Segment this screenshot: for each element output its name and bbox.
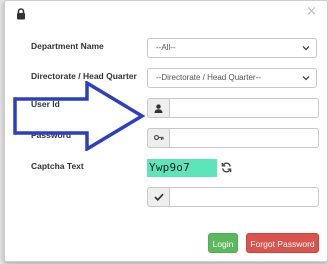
check-icon bbox=[153, 193, 164, 201]
department-label: Department Name bbox=[31, 41, 104, 51]
chevron-down-icon bbox=[302, 46, 310, 51]
user-icon bbox=[154, 103, 163, 113]
password-addon bbox=[147, 128, 169, 148]
login-button[interactable]: Login bbox=[208, 233, 238, 253]
login-modal: × Department Name --All-- Directorate / … bbox=[4, 0, 328, 262]
directorate-select[interactable]: --Directorate / Head Quarter-- bbox=[147, 68, 317, 88]
userid-input[interactable] bbox=[169, 98, 319, 118]
user-addon bbox=[147, 98, 169, 118]
department-select[interactable]: --All-- bbox=[147, 38, 317, 58]
directorate-select-value: --Directorate / Head Quarter-- bbox=[156, 73, 261, 82]
captcha-image: Ywp9o7 bbox=[147, 159, 217, 177]
arrow-icon bbox=[13, 81, 146, 151]
captcha-input[interactable] bbox=[169, 187, 319, 207]
close-icon[interactable]: × bbox=[306, 5, 317, 19]
captcha-addon bbox=[147, 187, 169, 207]
captcha-label: Captcha Text bbox=[31, 161, 84, 171]
key-icon bbox=[153, 134, 164, 141]
refresh-icon[interactable] bbox=[221, 162, 232, 173]
forgot-password-button[interactable]: Forgot Password bbox=[246, 233, 319, 253]
directorate-label: Directorate / Head Quarter bbox=[31, 71, 137, 81]
lock-icon bbox=[17, 8, 25, 20]
chevron-down-icon bbox=[302, 76, 310, 81]
password-input[interactable] bbox=[169, 128, 319, 148]
department-select-value: --All-- bbox=[156, 43, 176, 52]
